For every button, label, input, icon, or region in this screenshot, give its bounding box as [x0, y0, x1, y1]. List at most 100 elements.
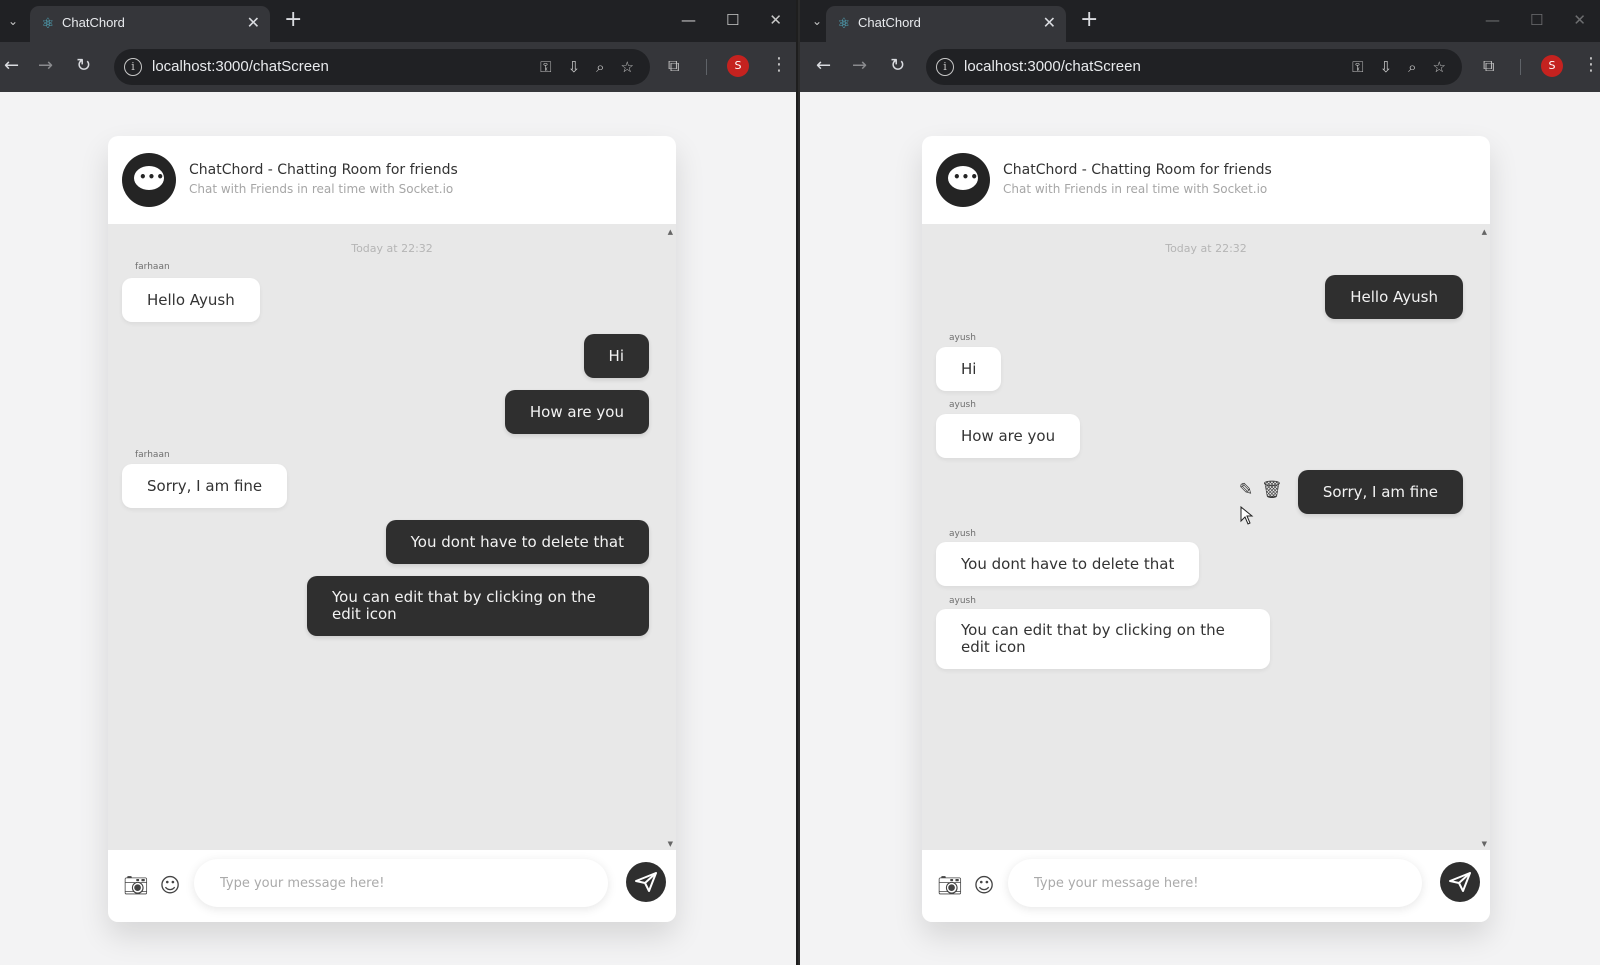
message-bubble[interactable]: Sorry, I am fine [1297, 470, 1463, 514]
message-bubble[interactable]: You dont have to delete that [936, 542, 1200, 586]
message-input[interactable] [194, 859, 608, 907]
message-bubble[interactable]: Hello Ayush [122, 278, 260, 322]
minimize-icon[interactable]: — [681, 10, 696, 30]
send-icon [635, 872, 657, 892]
tab-strip: ⌄ ⚛ ChatChord ✕ + — ☐ ✕ [0, 0, 796, 42]
browser-window-left: ⌄ ⚛ ChatChord ✕ + — ☐ ✕ ← → ↻ i localhos… [0, 0, 798, 965]
extensions-icon[interactable]: ⧉ [668, 55, 679, 77]
chat-header: ••• ChatChord - Chatting Room for friend… [108, 136, 676, 224]
delete-icon[interactable]: 🗑︎ [1261, 480, 1283, 500]
menu-icon[interactable]: ⋮ [1582, 54, 1600, 76]
tab-chatchord[interactable]: ⚛ ChatChord ✕ [30, 6, 270, 42]
camera-icon[interactable]: 📷︎ [123, 872, 149, 898]
reload-icon[interactable]: ↻ [76, 55, 91, 77]
react-icon: ⚛ [41, 16, 55, 32]
star-icon[interactable]: ☆ [1433, 56, 1446, 78]
message-sender: farhaan [135, 450, 170, 460]
zoom-icon[interactable]: ⌕ [1408, 56, 1416, 78]
info-icon[interactable]: i [124, 58, 142, 76]
send-icon [1449, 872, 1471, 892]
close-tab-icon[interactable]: ✕ [247, 14, 260, 32]
chat-subtitle: Chat with Friends in real time with Sock… [1003, 182, 1268, 196]
tab-chatchord[interactable]: ⚛ ChatChord ✕ [826, 6, 1066, 42]
window-controls: — ☐ ✕ [1485, 10, 1586, 30]
zoom-icon[interactable]: ⌕ [596, 56, 604, 78]
address-bar-actions: ⚿ ⇩ ⌕ ☆ [1352, 56, 1446, 78]
chat-card: ••• ChatChord - Chatting Room for friend… [922, 136, 1490, 922]
tab-title: ChatChord [62, 15, 125, 30]
close-tab-icon[interactable]: ✕ [1043, 14, 1056, 32]
new-tab-icon[interactable]: + [284, 9, 302, 31]
extensions-icon[interactable]: ⧉ [1483, 55, 1494, 77]
install-icon[interactable]: ⇩ [568, 56, 581, 78]
message-sender: ayush [949, 333, 976, 343]
scroll-up-arrow-icon[interactable]: ▲ [668, 228, 673, 236]
message-bubble[interactable]: Hi [936, 347, 1002, 391]
toolbar-divider [706, 59, 707, 75]
chat-subtitle: Chat with Friends in real time with Sock… [189, 182, 454, 196]
message-bubble[interactable]: Hi [583, 334, 649, 378]
install-icon[interactable]: ⇩ [1380, 56, 1393, 78]
back-icon[interactable]: ← [816, 55, 831, 77]
address-bar[interactable]: i localhost:3000/chatScreen ⚿ ⇩ ⌕ ☆ [926, 49, 1462, 85]
key-icon[interactable]: ⚿ [540, 56, 551, 78]
message-bubble[interactable]: Hello Ayush [1325, 275, 1463, 319]
message-list[interactable]: ▲ Today at 22:32 farhaan Hello Ayush Hi … [108, 224, 676, 850]
date-separator: Today at 22:32 [1165, 242, 1247, 255]
tab-title: ChatChord [858, 15, 921, 30]
window-controls: — ☐ ✕ [681, 10, 782, 30]
tab-strip: ⌄ ⚛ ChatChord ✕ + — ☐ ✕ [800, 0, 1600, 42]
chat-logo-icon: ••• [122, 153, 176, 207]
minimize-icon[interactable]: — [1485, 10, 1500, 30]
message-bubble[interactable]: How are you [504, 390, 649, 434]
browser-toolbar: ← → ↻ i localhost:3000/chatScreen ⚿ ⇩ ⌕ … [0, 42, 796, 92]
emoji-icon[interactable]: ☺ [971, 872, 997, 898]
chat-composer: 📷︎ ☺ [922, 850, 1490, 922]
key-icon[interactable]: ⚿ [1352, 56, 1363, 78]
tab-search-icon[interactable]: ⌄ [2, 10, 24, 32]
camera-icon[interactable]: 📷︎ [937, 872, 963, 898]
message-input[interactable] [1008, 859, 1422, 907]
maximize-icon[interactable]: ☐ [1530, 10, 1543, 30]
message-bubble[interactable]: How are you [936, 414, 1081, 458]
maximize-icon[interactable]: ☐ [726, 10, 739, 30]
message-bubble[interactable]: You can edit that by clicking on the edi… [307, 576, 649, 636]
profile-avatar[interactable]: S [727, 55, 749, 77]
send-button[interactable] [626, 862, 666, 902]
forward-icon[interactable]: → [38, 55, 53, 77]
reload-icon[interactable]: ↻ [890, 55, 905, 77]
url-text[interactable]: localhost:3000/chatScreen [152, 58, 329, 75]
send-button[interactable] [1440, 862, 1480, 902]
page-viewport: ••• ChatChord - Chatting Room for friend… [800, 92, 1600, 965]
scroll-down-arrow-icon[interactable]: ▼ [1482, 840, 1487, 848]
scroll-down-arrow-icon[interactable]: ▼ [668, 840, 673, 848]
edit-icon[interactable]: ✎ [1236, 480, 1256, 500]
address-bar[interactable]: i localhost:3000/chatScreen ⚿ ⇩ ⌕ ☆ [114, 49, 650, 85]
info-icon[interactable]: i [936, 58, 954, 76]
menu-icon[interactable]: ⋮ [770, 54, 788, 76]
url-text[interactable]: localhost:3000/chatScreen [964, 58, 1141, 75]
chat-composer: 📷︎ ☺ [108, 850, 676, 922]
message-bubble[interactable]: You can edit that by clicking on the edi… [936, 609, 1270, 669]
tab-search-icon[interactable]: ⌄ [806, 10, 828, 32]
chat-header: ••• ChatChord - Chatting Room for friend… [922, 136, 1490, 224]
message-bubble[interactable]: You dont have to delete that [385, 520, 649, 564]
back-icon[interactable]: ← [4, 55, 19, 77]
address-bar-actions: ⚿ ⇩ ⌕ ☆ [540, 56, 634, 78]
chat-title: ChatChord - Chatting Room for friends [189, 162, 458, 178]
close-window-icon[interactable]: ✕ [1573, 10, 1586, 30]
chat-card: ••• ChatChord - Chatting Room for friend… [108, 136, 676, 922]
close-window-icon[interactable]: ✕ [769, 10, 782, 30]
message-list[interactable]: ▲ Today at 22:32 Hello Ayush ayush Hi ay… [922, 224, 1490, 850]
scroll-up-arrow-icon[interactable]: ▲ [1482, 228, 1487, 236]
browser-window-right: ⌄ ⚛ ChatChord ✕ + — ☐ ✕ ← → ↻ i localhos… [800, 0, 1600, 965]
emoji-icon[interactable]: ☺ [157, 872, 183, 898]
react-icon: ⚛ [837, 16, 851, 32]
message-sender: farhaan [135, 262, 170, 272]
browser-toolbar: ← → ↻ i localhost:3000/chatScreen ⚿ ⇩ ⌕ … [800, 42, 1600, 92]
star-icon[interactable]: ☆ [621, 56, 634, 78]
profile-avatar[interactable]: S [1541, 55, 1563, 77]
forward-icon[interactable]: → [852, 55, 867, 77]
message-bubble[interactable]: Sorry, I am fine [122, 464, 288, 508]
new-tab-icon[interactable]: + [1080, 9, 1098, 31]
